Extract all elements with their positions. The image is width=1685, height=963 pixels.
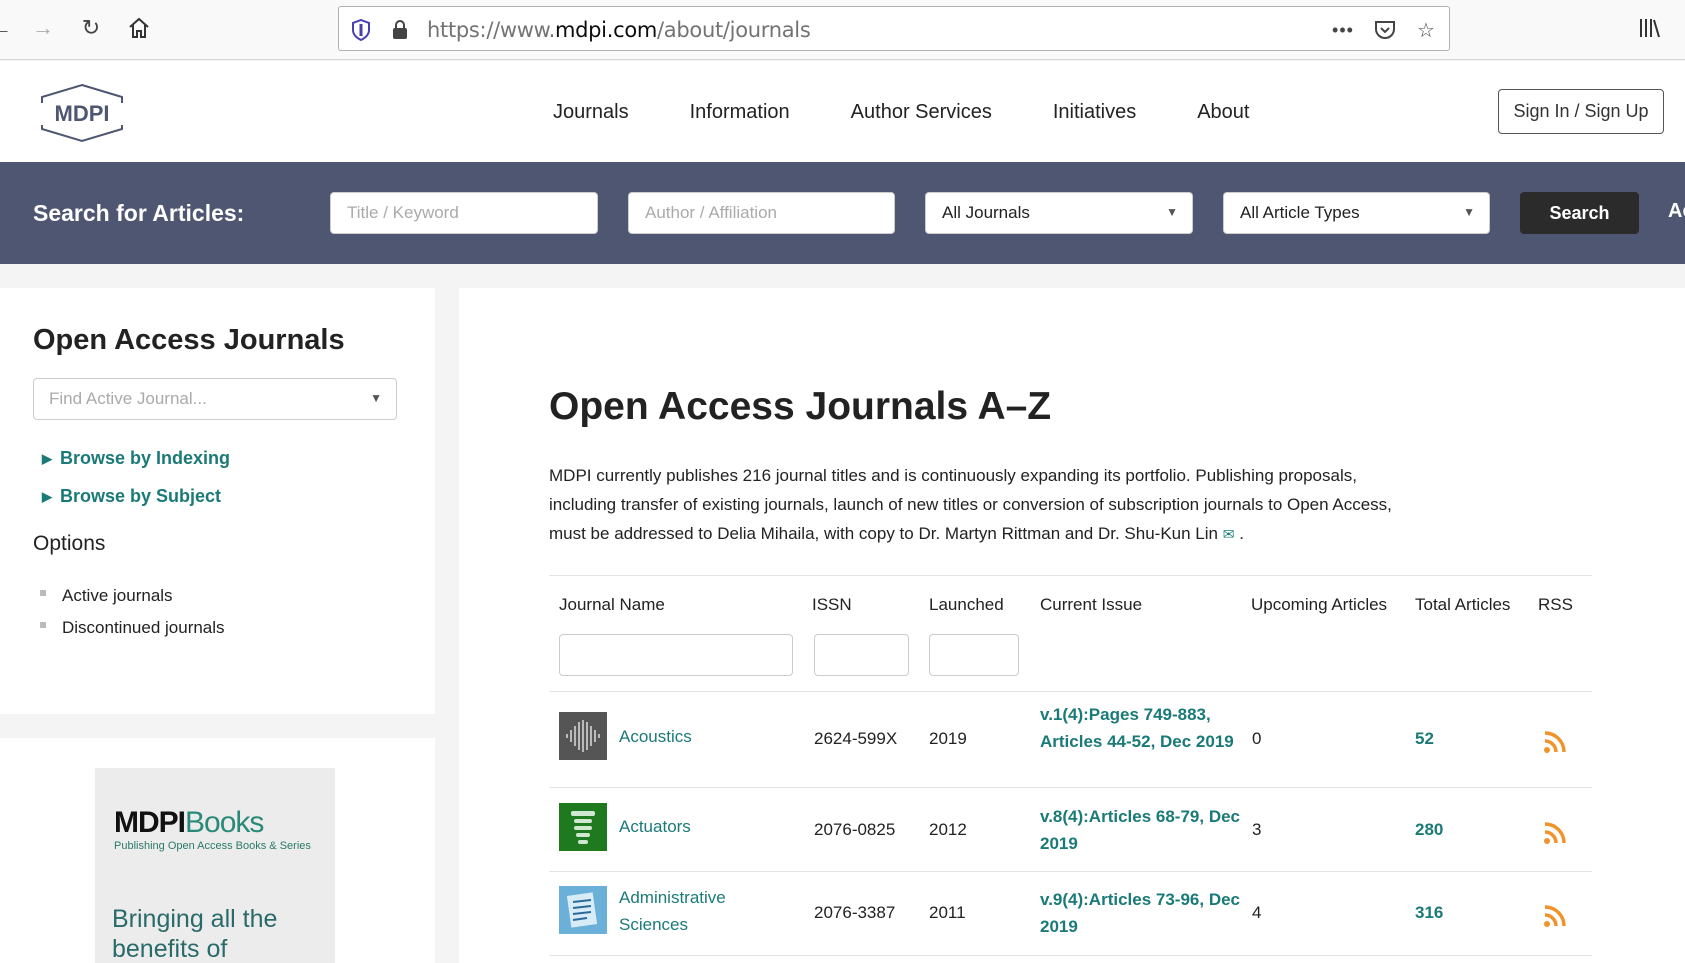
- address-bar[interactable]: https://www.mdpi.com/about/journals ••• …: [338, 6, 1450, 51]
- article-type-select[interactable]: All Article Types ▼: [1223, 192, 1490, 234]
- forward-icon[interactable]: →: [28, 13, 58, 43]
- nav-journals[interactable]: Journals: [553, 101, 629, 124]
- issn-value: 2076-0825: [814, 820, 896, 839]
- advanced-search-link[interactable]: Ac: [1668, 200, 1685, 223]
- pocket-icon[interactable]: [1371, 16, 1399, 44]
- col-upcoming-articles[interactable]: Upcoming Articles: [1251, 595, 1387, 615]
- triangle-right-icon: ▶: [42, 489, 52, 504]
- ad-subtitle: Publishing Open Access Books & Series: [114, 840, 311, 852]
- nav-information[interactable]: Information: [690, 101, 790, 124]
- title-keyword-input[interactable]: Title / Keyword: [330, 192, 598, 234]
- administrative-sciences-icon[interactable]: [559, 886, 607, 934]
- issn-filter[interactable]: [814, 634, 909, 676]
- page-title: Open Access Journals A–Z: [549, 385, 1052, 428]
- browse-by-subject-link[interactable]: ▶ Browse by Subject: [42, 486, 221, 507]
- current-issue-link[interactable]: v.9(4):Articles 73-96, Dec 2019: [1040, 886, 1240, 940]
- reload-icon[interactable]: ↻: [76, 13, 106, 43]
- more-actions-icon[interactable]: •••: [1329, 16, 1357, 44]
- lock-icon[interactable]: [386, 16, 414, 44]
- library-icon[interactable]: [1635, 13, 1665, 43]
- url-text[interactable]: https://www.mdpi.com/about/journals: [427, 18, 811, 42]
- nav-author-services[interactable]: Author Services: [851, 101, 992, 124]
- chevron-down-icon: ▼: [1166, 205, 1178, 219]
- launched-value: 2019: [929, 729, 967, 748]
- mdpi-logo[interactable]: MDPI: [36, 83, 128, 143]
- browser-toolbar: ← → ↻ https://www.mdpi.com/about/journal…: [0, 0, 1685, 60]
- rss-icon[interactable]: [1543, 904, 1567, 928]
- triangle-right-icon: ▶: [42, 451, 52, 466]
- row-divider: [549, 691, 1592, 692]
- journal-link[interactable]: Administrative Sciences: [619, 884, 749, 938]
- current-issue-link[interactable]: v.8(4):Articles 68-79, Dec 2019: [1040, 803, 1240, 857]
- issn-value: 2076-3387: [814, 903, 896, 922]
- journal-select[interactable]: All Journals ▼: [925, 192, 1193, 234]
- table-divider: [549, 575, 1592, 576]
- mail-icon[interactable]: ✉: [1223, 526, 1235, 542]
- option-active-journals[interactable]: Active journals: [40, 586, 173, 606]
- options-title: Options: [33, 532, 106, 555]
- sign-in-button[interactable]: Sign In / Sign Up: [1498, 89, 1664, 134]
- nav-initiatives[interactable]: Initiatives: [1053, 101, 1136, 124]
- total-articles-link[interactable]: 52: [1415, 729, 1434, 749]
- issn-value: 2624-599X: [814, 729, 898, 748]
- total-articles-link[interactable]: 280: [1415, 820, 1443, 840]
- bullet-icon: [40, 622, 46, 628]
- row-divider: [549, 871, 1592, 872]
- upcoming-value: 4: [1252, 903, 1262, 922]
- find-journal-select[interactable]: Find Active Journal... ▼: [33, 378, 397, 420]
- article-search-bar: Search for Articles: Title / Keyword Aut…: [0, 162, 1685, 264]
- acoustics-icon[interactable]: [559, 712, 607, 760]
- chevron-down-icon: ▼: [370, 391, 382, 405]
- chevron-down-icon: ▼: [1463, 205, 1475, 219]
- col-current-issue[interactable]: Current Issue: [1040, 595, 1142, 615]
- col-issn[interactable]: ISSN: [812, 595, 852, 615]
- journal-link[interactable]: Acoustics: [619, 723, 749, 750]
- col-total-articles[interactable]: Total Articles: [1415, 595, 1510, 615]
- upcoming-value: 0: [1252, 729, 1262, 748]
- browse-by-indexing-link[interactable]: ▶ Browse by Indexing: [42, 448, 230, 469]
- col-journal-name[interactable]: Journal Name: [559, 595, 665, 615]
- launched-value: 2012: [929, 820, 967, 839]
- sidebar-title: Open Access Journals: [33, 324, 345, 356]
- col-rss: RSS: [1538, 595, 1573, 614]
- sidebar: Open Access Journals Find Active Journal…: [0, 288, 435, 714]
- col-launched[interactable]: Launched: [929, 595, 1004, 615]
- total-articles-link[interactable]: 316: [1415, 903, 1443, 923]
- site-header: MDPI Journals Information Author Service…: [0, 61, 1685, 162]
- current-issue-link[interactable]: v.1(4):Pages 749-883, Articles 44-52, De…: [1040, 701, 1240, 755]
- journal-link[interactable]: Actuators: [619, 813, 749, 840]
- rss-icon[interactable]: [1543, 821, 1567, 845]
- nav-about[interactable]: About: [1197, 101, 1249, 124]
- back-icon[interactable]: ←: [0, 13, 16, 43]
- ad-tagline: Bringing all the benefits of: [112, 905, 278, 963]
- ad-brand: MDPIBooks: [114, 806, 264, 839]
- main-nav: Journals Information Author Services Ini…: [553, 101, 1310, 124]
- svg-text:MDPI: MDPI: [55, 101, 110, 126]
- actuators-icon[interactable]: [559, 803, 607, 851]
- intro-paragraph: MDPI currently publishes 216 journal tit…: [549, 466, 1392, 543]
- upcoming-value: 3: [1252, 820, 1262, 839]
- option-discontinued-journals[interactable]: Discontinued journals: [40, 618, 225, 638]
- main-content: Open Access Journals A–Z MDPI currently …: [459, 288, 1685, 963]
- launched-filter[interactable]: [929, 634, 1019, 676]
- launched-value: 2011: [929, 903, 966, 922]
- home-icon[interactable]: [124, 13, 154, 43]
- row-divider: [549, 955, 1592, 956]
- rss-icon[interactable]: [1543, 730, 1567, 754]
- bullet-icon: [40, 590, 46, 596]
- search-button[interactable]: Search: [1520, 192, 1639, 234]
- search-label: Search for Articles:: [33, 200, 245, 226]
- author-affiliation-input[interactable]: Author / Affiliation: [628, 192, 895, 234]
- bookmark-star-icon[interactable]: ☆: [1412, 16, 1440, 44]
- mdpi-books-ad[interactable]: MDPIBooks Publishing Open Access Books &…: [95, 768, 335, 963]
- ad-panel: MDPIBooks Publishing Open Access Books &…: [0, 738, 435, 963]
- journal-name-filter[interactable]: [559, 634, 793, 676]
- shield-icon[interactable]: [347, 16, 375, 44]
- row-divider: [549, 787, 1592, 788]
